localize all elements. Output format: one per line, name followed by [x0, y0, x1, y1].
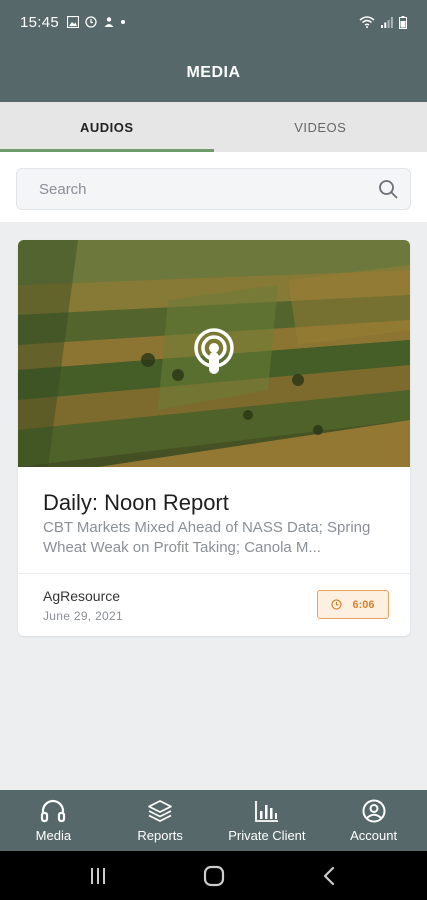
- search-section: Search: [0, 152, 427, 222]
- nav-label-account: Account: [350, 827, 398, 843]
- nav-label-media: Media: [35, 827, 72, 843]
- tab-audios[interactable]: AUDIOS: [0, 102, 214, 152]
- search-icon[interactable]: [378, 179, 398, 199]
- alarm-icon: [85, 16, 97, 28]
- duration-badge: 6:06: [317, 590, 389, 619]
- status-right-icons: [359, 15, 407, 29]
- back-icon[interactable]: [320, 866, 340, 886]
- headphones-icon: [41, 799, 66, 822]
- search-placeholder: Search: [39, 180, 87, 198]
- nav-item-media[interactable]: Media: [0, 790, 107, 851]
- person-notification-icon: [104, 17, 114, 27]
- card-thumbnail[interactable]: [18, 240, 410, 467]
- status-time: 15:45: [20, 13, 60, 31]
- nav-item-reports[interactable]: Reports: [107, 790, 214, 851]
- clock-icon: [331, 599, 343, 610]
- media-title: Daily: Noon Report: [43, 490, 229, 515]
- media-date: June 29, 2021: [43, 609, 123, 623]
- card-divider: [18, 573, 410, 574]
- layers-icon: [148, 799, 173, 822]
- search-input[interactable]: Search: [16, 168, 411, 210]
- status-left-icons: [67, 16, 126, 28]
- bar-chart-icon: [254, 800, 278, 822]
- status-bar: 15:45: [0, 0, 427, 44]
- nav-item-account[interactable]: Account: [320, 790, 427, 851]
- media-card[interactable]: Daily: Noon Report CBT Markets Mixed Ahe…: [18, 240, 410, 636]
- dot-icon: [121, 20, 126, 24]
- nav-item-private-client[interactable]: Private Client: [214, 790, 321, 851]
- image-icon: [67, 16, 80, 28]
- recent-apps-icon[interactable]: [88, 866, 108, 886]
- tab-videos[interactable]: VIDEOS: [214, 102, 427, 152]
- page-title: MEDIA: [186, 64, 241, 81]
- media-description: CBT Markets Mixed Ahead of NASS Data; Sp…: [43, 519, 371, 556]
- bottom-nav: Media Reports Private Client Account: [0, 790, 427, 851]
- nav-label-private-client: Private Client: [228, 827, 306, 843]
- signal-icon: [381, 17, 393, 28]
- podcast-icon: [194, 328, 234, 374]
- wifi-icon: [359, 16, 375, 28]
- media-author: AgResource: [43, 588, 121, 604]
- home-icon[interactable]: [203, 865, 225, 887]
- media-tabs: AUDIOS VIDEOS: [0, 102, 427, 152]
- app-bar: MEDIA: [0, 44, 427, 102]
- system-nav-bar: [0, 851, 427, 900]
- battery-icon: [399, 15, 407, 29]
- account-icon: [362, 799, 386, 822]
- duration-text: 6:06: [352, 598, 375, 611]
- nav-label-reports: Reports: [137, 827, 183, 843]
